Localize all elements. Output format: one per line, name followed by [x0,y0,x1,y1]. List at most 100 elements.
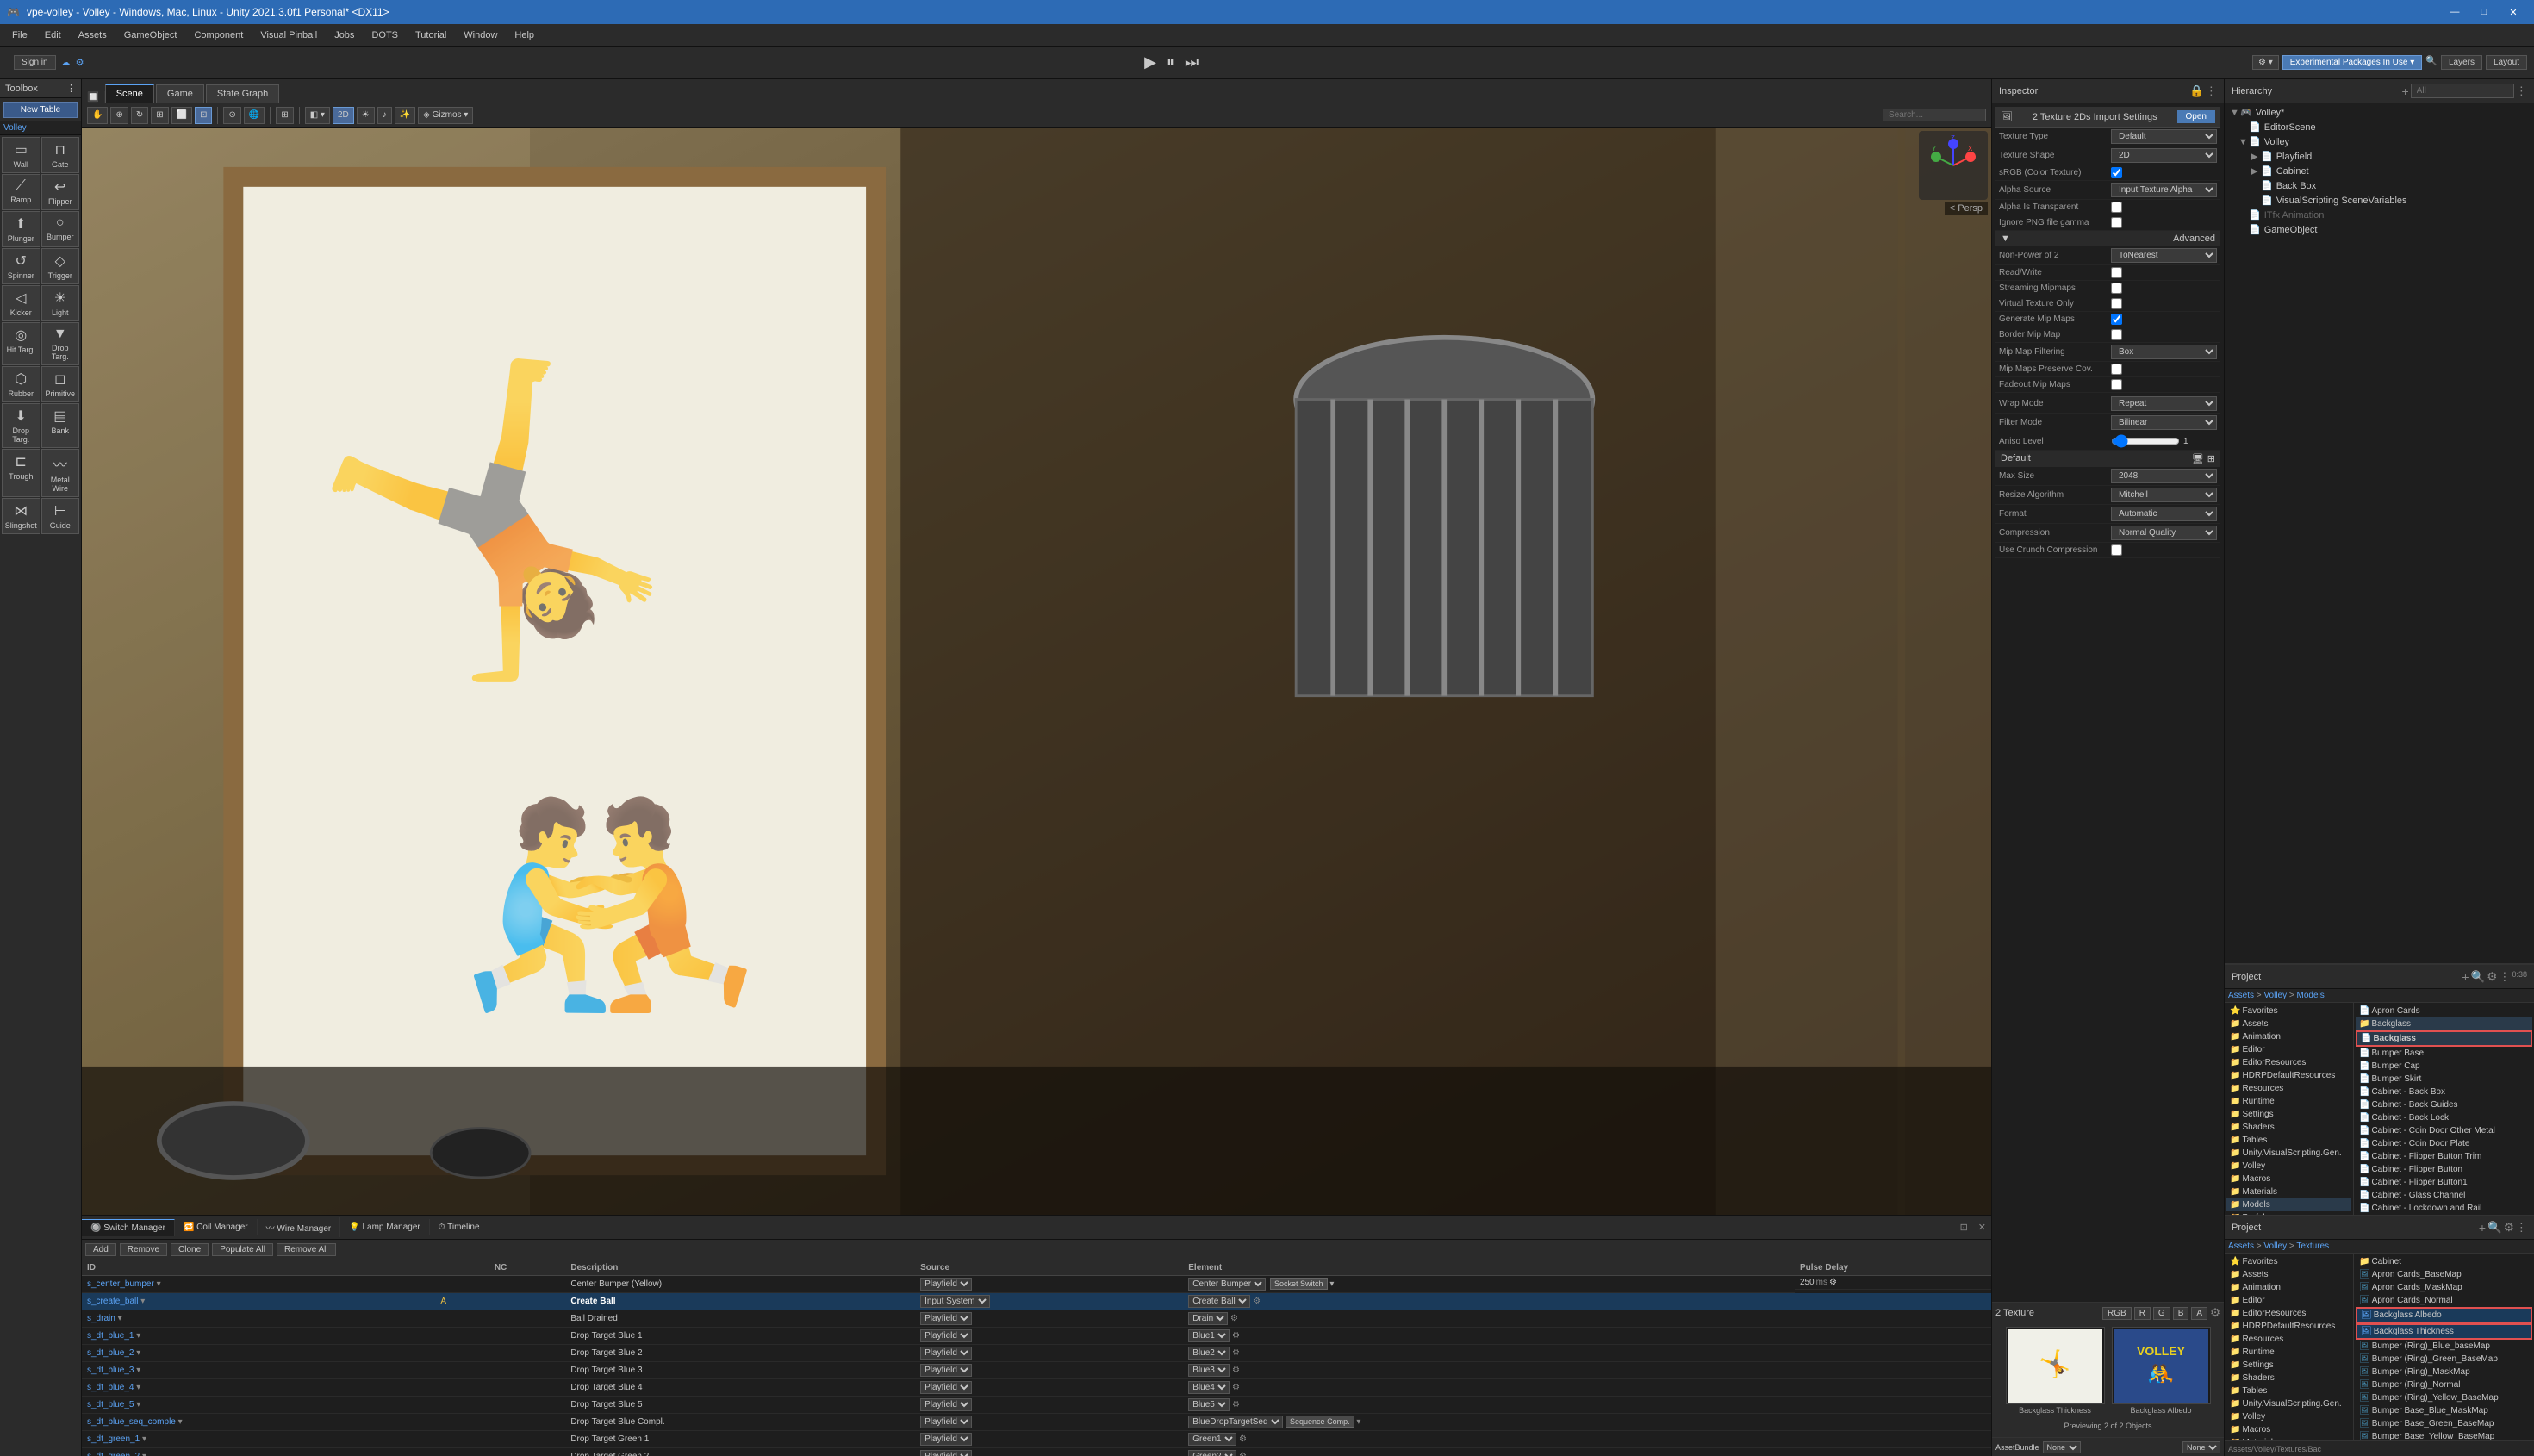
tool-kicker[interactable]: ◁Kicker [2,285,40,321]
tool-trough[interactable]: ⊏Trough [2,449,40,497]
toolbox-menu-icon[interactable]: ⋮ [66,83,76,94]
proj-item-cabinet-lockdown[interactable]: 📄 Cabinet - Lockdown and Rail [2356,1202,2532,1215]
inspector-open-button[interactable]: Open [2177,110,2215,123]
minimize-button[interactable]: — [2441,3,2469,21]
gen-mip-checkbox[interactable] [2111,314,2122,325]
proj-item-backglass-folder[interactable]: 📁 Backglass [2356,1017,2532,1030]
format-dropdown[interactable]: Automatic [2111,507,2217,521]
tool-flipper[interactable]: ↩Flipper [41,174,80,210]
inspector-lock-icon[interactable]: 🔒 [2189,84,2204,98]
hierarchy-menu-icon[interactable]: ⋮ [2516,84,2527,98]
play-button[interactable]: ▶ [1141,53,1160,72]
tree-item-cabinet[interactable]: ▶ 📄 Cabinet [2226,164,2532,178]
menu-visual-pinball[interactable]: Visual Pinball [252,28,326,42]
perspective-label[interactable]: < Persp [1945,202,1988,215]
2d-button[interactable]: 2D [333,107,354,124]
tool-gate[interactable]: ⊓Gate [41,137,80,173]
proj-tex-bumper-ring-green[interactable]: 🖼 Bumper (Ring)_Green_BaseMap [2356,1353,2532,1366]
maximize-button[interactable]: □ [2470,3,2498,21]
lower-runtime[interactable]: 📁 Runtime [2226,1346,2351,1359]
fadeout-checkbox[interactable] [2111,379,2122,390]
bottom-expand-icon[interactable]: ⊡ [1955,1222,1973,1233]
proj-tables[interactable]: 📁 Tables [2226,1134,2351,1147]
scene-audio-button[interactable]: ♪ [377,107,392,124]
mip-filter-dropdown[interactable]: Box [2111,345,2217,359]
tool-bank[interactable]: ▤Bank [41,403,80,448]
coil-manager-tab[interactable]: 🔁 Coil Manager [175,1219,258,1235]
proj-tex-bumper-ring-yellow[interactable]: 🖼 Bumper (Ring)_Yellow_BaseMap [2356,1391,2532,1404]
virtual-tex-checkbox[interactable] [2111,298,2122,309]
hierarchy-add-icon[interactable]: + [2401,84,2408,98]
proj-tex-apron-normal[interactable]: 🖼 Apron Cards_Normal [2356,1294,2532,1307]
project-lower-menu-icon[interactable]: ⋮ [2516,1221,2527,1235]
scene-fx-button[interactable]: ✨ [395,107,415,124]
tool-ramp[interactable]: ⟋Ramp [2,174,40,210]
streaming-checkbox[interactable] [2111,283,2122,294]
clone-switch-button[interactable]: Clone [171,1243,209,1256]
tree-item-itfx[interactable]: 📄 ITfx Animation [2226,208,2532,222]
bottom-close-icon[interactable]: ✕ [1973,1222,1991,1233]
proj-item-cabinet-back-guides[interactable]: 📄 Cabinet - Back Guides [2356,1098,2532,1111]
proj-tex-bumper-base-green[interactable]: 🖼 Bumper Base_Green_BaseMap [2356,1417,2532,1430]
project-add-icon[interactable]: + [2462,970,2469,984]
switch-manager-tab[interactable]: 🔘 Switch Manager [82,1219,175,1236]
project-lower-settings-icon[interactable]: ⚙ [2504,1221,2514,1235]
proj-unity-vs[interactable]: 📁 Unity.VisualScripting.Gen. [2226,1147,2351,1160]
populate-all-button[interactable]: Populate All [212,1243,273,1256]
breadcrumb-volley[interactable]: Volley [2263,991,2287,1000]
tool-drop-target2[interactable]: ⬇Drop Targ. [2,403,40,448]
border-mip-checkbox[interactable] [2111,329,2122,340]
proj-tex-apron-base[interactable]: 🖼 Apron Cards_BaseMap [2356,1268,2532,1281]
menu-edit[interactable]: Edit [36,28,70,42]
lower-breadcrumb-textures[interactable]: Textures [2296,1241,2329,1251]
asset-bundle-variant-dropdown[interactable]: None [2182,1441,2220,1453]
lower-hdrp[interactable]: 📁 HDRPDefaultResources [2226,1320,2351,1333]
rgb-button[interactable]: RGB [2102,1307,2132,1320]
lower-volley[interactable]: 📁 Volley [2226,1410,2351,1423]
proj-item-cabinet-back-box[interactable]: 📄 Cabinet - Back Box [2356,1086,2532,1098]
proj-item-cabinet-flipper-trim[interactable]: 📄 Cabinet - Flipper Button Trim [2356,1150,2532,1163]
source-select[interactable]: Playfield [920,1278,972,1291]
lower-favorites[interactable]: ⭐ Favorites [2226,1255,2351,1268]
table-row[interactable]: s_dt_green_1 ▾ Drop Target Green 1 Playf… [82,1431,1991,1448]
lower-animation[interactable]: 📁 Animation [2226,1281,2351,1294]
asset-bundle-dropdown[interactable]: None [2043,1441,2081,1453]
tab-state-graph[interactable]: State Graph [206,84,279,103]
non-power2-dropdown[interactable]: ToNearest [2111,248,2217,263]
project-menu-icon[interactable]: ⋮ [2499,970,2510,984]
add-switch-button[interactable]: Add [85,1243,116,1256]
tree-item-back-box[interactable]: 📄 Back Box [2226,178,2532,193]
wrap-mode-dropdown[interactable]: Repeat [2111,396,2217,411]
proj-item-bumper-skirt[interactable]: 📄 Bumper Skirt [2356,1073,2532,1086]
menu-gameobject[interactable]: GameObject [115,28,186,42]
advanced-section-header[interactable]: ▼ Advanced [1995,231,2220,246]
proj-item-cabinet-coin-plate[interactable]: 📄 Cabinet - Coin Door Plate [2356,1137,2532,1150]
thickness-thumbnail[interactable]: 🤸 [2006,1327,2105,1404]
tool-plunger[interactable]: ⬆Plunger [2,211,40,247]
tool-wall[interactable]: ▭Wall [2,137,40,173]
proj-macros[interactable]: 📁 Macros [2226,1173,2351,1185]
scene-lighting-button[interactable]: ☀ [357,107,375,124]
table-row[interactable]: s_dt_blue_5 ▾ Drop Target Blue 5 Playfie… [82,1397,1991,1414]
table-row[interactable]: s_drain ▾ Ball Drained Playfield Drain ⚙ [82,1310,1991,1328]
proj-tex-backglass-albedo[interactable]: 🖼 Backglass Albedo [2356,1307,2532,1323]
tool-metal-wire[interactable]: 〰Metal Wire [41,449,80,497]
proj-tex-bumper-ring-normal[interactable]: 🖼 Bumper (Ring)_Normal [2356,1378,2532,1391]
tool-bumper[interactable]: ○Bumper [41,211,80,247]
menu-component[interactable]: Component [185,28,252,42]
lower-shaders[interactable]: 📁 Shaders [2226,1372,2351,1384]
breadcrumb-models[interactable]: Models [2297,991,2325,1000]
tool-drop-target[interactable]: ▼Drop Targ. [41,322,80,365]
scene-move-tool[interactable]: ⊕ [110,107,128,124]
table-row[interactable]: s_center_bumper ▾ Center Bumper (Yellow)… [82,1276,1991,1293]
wire-manager-tab[interactable]: 〰 Wire Manager [258,1217,341,1237]
proj-shaders[interactable]: 📁 Shaders [2226,1121,2351,1134]
menu-window[interactable]: Window [455,28,506,42]
proj-item-cabinet-flipper-btn[interactable]: 📄 Cabinet - Flipper Button [2356,1163,2532,1176]
proj-item-bumper-base[interactable]: 📄 Bumper Base [2356,1047,2532,1060]
scene-grid-button[interactable]: ⊞ [276,107,293,124]
proj-tex-bumper-ring-blue[interactable]: 🖼 Bumper (Ring)_Blue_baseMap [2356,1340,2532,1353]
hierarchy-search-input[interactable] [2411,84,2514,98]
proj-item-cabinet-flipper-btn1[interactable]: 📄 Cabinet - Flipper Button1 [2356,1176,2532,1189]
proj-tex-cabinet[interactable]: 📁 Cabinet [2356,1255,2532,1268]
